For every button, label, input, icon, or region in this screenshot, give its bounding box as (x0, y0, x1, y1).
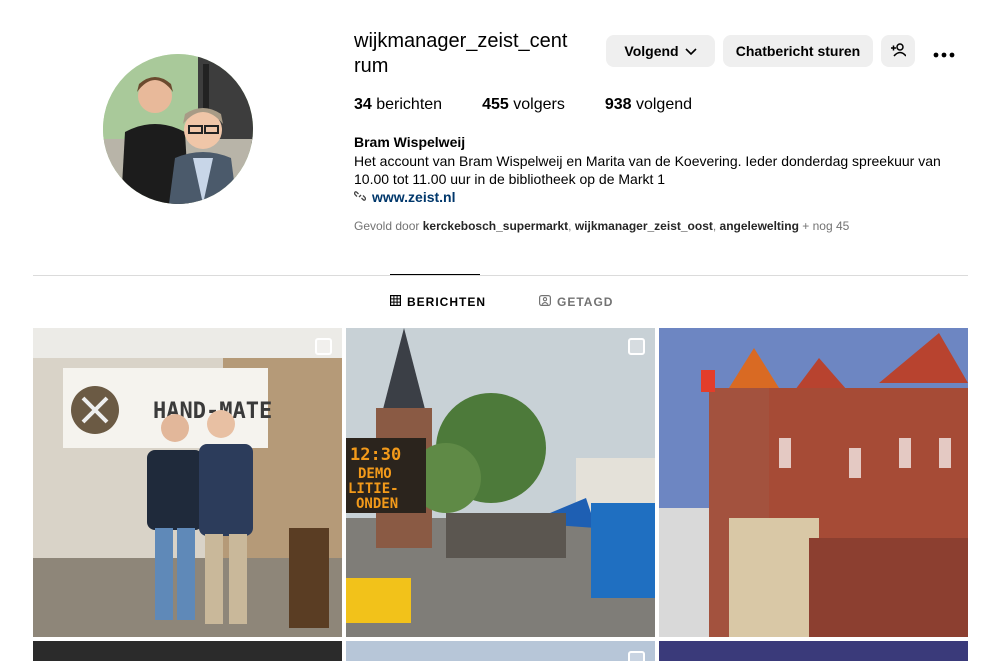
posts-label: berichten (376, 96, 443, 113)
profile-full-name: Bram Wispelweij (354, 134, 466, 150)
followed-by-account: wijkmanager_zeist_oost (574, 219, 713, 233)
following-stat[interactable]: 938 volgend (605, 96, 692, 114)
send-message-label: Chatbericht sturen (735, 43, 861, 59)
post-image (659, 328, 968, 637)
more-options-button[interactable] (925, 35, 963, 67)
post-tile[interactable] (346, 641, 655, 661)
post-sign-line: 12:30 (350, 445, 401, 465)
website-text: www.zeist.nl (372, 189, 456, 205)
post-tile[interactable] (659, 641, 968, 661)
profile-avatar[interactable] (103, 54, 253, 204)
followed-by[interactable]: Gevold door kerckebosch_supermarkt, wijk… (354, 219, 849, 233)
posts-count-stat: 34 berichten (354, 96, 442, 114)
followers-count: 455 (482, 96, 509, 113)
post-image: HAND-MATE (33, 328, 342, 637)
following-button-label: Volgend (624, 43, 679, 59)
tab-posts-label: BERICHTEN (407, 295, 487, 309)
post-tile[interactable] (659, 328, 968, 637)
followers-stat[interactable]: 455 volgers (482, 96, 565, 114)
profile-website-link[interactable]: www.zeist.nl (353, 189, 456, 205)
post-tile[interactable]: 12:30 DEMO LITIE- ONDEN (346, 328, 655, 637)
tagged-icon (539, 295, 552, 309)
multiple-photos-icon (315, 338, 332, 355)
tab-posts[interactable]: BERICHTEN (390, 295, 486, 309)
active-tab-indicator (390, 274, 480, 275)
multiple-photos-icon (628, 651, 645, 661)
person-add-icon (890, 42, 907, 60)
post-tile[interactable] (33, 641, 342, 661)
send-message-button[interactable]: Chatbericht sturen (723, 35, 873, 67)
following-count: 938 (604, 96, 632, 113)
tab-tagged-label: GETAGD (557, 295, 614, 309)
followed-by-prefix: Gevold door (354, 219, 420, 233)
multiple-photos-icon (628, 338, 645, 355)
post-sign-line: ONDEN (356, 496, 398, 512)
profile-stats: 34 berichten 455 volgers 938 volgend (354, 96, 732, 114)
followers-label: volgers (513, 96, 565, 113)
post-sign-line: DEMO (358, 466, 392, 482)
followed-by-more: + nog 45 (802, 219, 850, 233)
followed-by-account: kerckebosch_supermarkt (422, 219, 569, 233)
followed-by-account: angelewelting (719, 219, 799, 233)
following-button[interactable]: Volgend (606, 35, 715, 67)
suggested-accounts-button[interactable] (881, 35, 915, 67)
link-icon (353, 190, 367, 205)
posts-count: 34 (354, 96, 372, 113)
profile-bio: Het account van Bram Wispelweij en Marit… (354, 153, 941, 187)
post-image: 12:30 DEMO LITIE- ONDEN (346, 328, 655, 637)
profile-username: wijkmanager_zeist_centrum (354, 30, 568, 77)
tab-tagged[interactable]: GETAGD (539, 295, 613, 309)
more-icon (933, 38, 955, 64)
chevron-down-icon (685, 43, 697, 59)
tabs-divider (33, 275, 968, 276)
following-label: volgend (635, 96, 693, 113)
post-sign-line: LITIE- (348, 481, 399, 497)
grid-icon (390, 295, 402, 309)
avatar-photo (103, 54, 253, 204)
post-tile[interactable]: HAND-MATE (33, 328, 342, 637)
